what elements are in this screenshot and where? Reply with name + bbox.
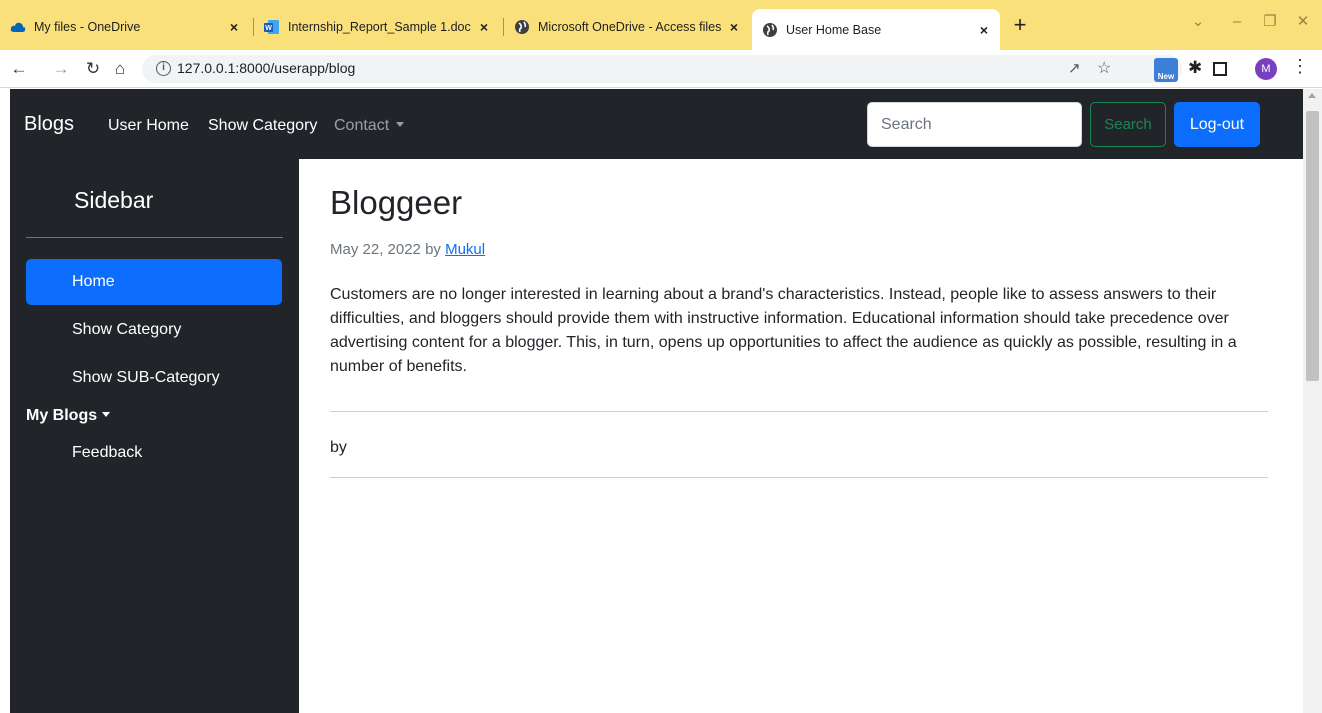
tab-close-icon[interactable]: × xyxy=(974,22,994,38)
tab-title: My files - OneDrive xyxy=(34,20,141,34)
tab-onedrive[interactable]: My files - OneDrive × xyxy=(0,9,250,45)
home-icon[interactable]: ⌂ xyxy=(109,58,131,80)
nav-dropdown-label: Contact xyxy=(334,117,390,134)
side-panel-icon[interactable] xyxy=(1213,62,1227,76)
tab-close-icon[interactable]: × xyxy=(724,19,744,35)
post-by: by xyxy=(425,241,441,258)
reload-icon[interactable]: ↻ xyxy=(82,58,104,80)
restore-icon[interactable]: ❐ xyxy=(1255,9,1285,35)
tab-title: Microsoft OneDrive - Access files xyxy=(538,20,722,34)
bookmark-star-icon[interactable]: ☆ xyxy=(1097,58,1111,78)
new-extension-icon[interactable]: New xyxy=(1154,58,1178,82)
post-date: May 22, 2022 xyxy=(330,241,421,258)
search-button[interactable]: Search xyxy=(1090,102,1166,147)
browser-toolbar: ← → ↻ ⌂ i 127.0.0.1:8000/userapp/blog ↗ … xyxy=(0,50,1322,88)
forward-arrow-icon[interactable]: → xyxy=(50,58,72,80)
tab-title: User Home Base xyxy=(786,22,882,37)
sidebar: Sidebar Home Show Category Show SUB-Cate… xyxy=(10,159,299,713)
extensions-puzzle-icon[interactable]: ✱ xyxy=(1188,58,1202,78)
profile-avatar[interactable]: M xyxy=(1255,58,1277,80)
share-icon[interactable]: ↗ xyxy=(1068,59,1081,77)
scroll-up-arrow-icon[interactable] xyxy=(1308,93,1316,98)
tab-word-doc[interactable]: W Internship_Report_Sample 1.doc × xyxy=(254,9,500,45)
post-author-link[interactable]: Mukul xyxy=(445,241,485,258)
close-window-icon[interactable]: ✕ xyxy=(1288,9,1318,35)
tab-close-icon[interactable]: × xyxy=(474,19,494,35)
second-post-by: by xyxy=(330,439,347,456)
page-viewport: Blogs User Home Show Category Contact Se… xyxy=(10,89,1303,713)
nav-link-show-category[interactable]: Show Category xyxy=(208,117,317,135)
logout-button[interactable]: Log-out xyxy=(1174,102,1260,147)
sidebar-item-show-category[interactable]: Show Category xyxy=(26,307,282,353)
top-navbar: Blogs User Home Show Category Contact Se… xyxy=(10,89,1303,159)
sidebar-divider xyxy=(26,237,283,238)
extension-label: New xyxy=(1157,72,1175,81)
nav-link-user-home[interactable]: User Home xyxy=(108,117,189,135)
sidebar-dropdown-my-blogs[interactable]: My Blogs xyxy=(26,407,111,425)
content-divider xyxy=(330,477,1268,478)
caret-down-icon xyxy=(102,412,111,417)
tab-search-chevron-icon[interactable]: ⌄ xyxy=(1183,9,1213,35)
back-arrow-icon[interactable]: ← xyxy=(8,58,30,80)
nav-dropdown-contact[interactable]: Contact xyxy=(334,117,405,135)
caret-down-icon xyxy=(396,122,405,127)
svg-text:W: W xyxy=(265,25,272,32)
globe-icon xyxy=(514,19,530,35)
sidebar-title: Sidebar xyxy=(74,187,154,213)
tab-strip: My files - OneDrive × W Internship_Repor… xyxy=(0,0,1322,50)
sidebar-item-show-sub-category[interactable]: Show SUB-Category xyxy=(26,355,282,401)
sidebar-item-home[interactable]: Home xyxy=(26,259,282,305)
post-meta: May 22, 2022 by Mukul xyxy=(330,241,485,258)
word-icon: W xyxy=(264,19,280,35)
new-tab-button[interactable]: + xyxy=(1006,12,1034,40)
search-input[interactable] xyxy=(867,102,1082,147)
tab-title: Internship_Report_Sample 1.doc xyxy=(288,20,471,34)
tab-onedrive-access[interactable]: Microsoft OneDrive - Access files × xyxy=(504,9,750,45)
sidebar-dropdown-label: My Blogs xyxy=(26,407,98,424)
sidebar-item-feedback[interactable]: Feedback xyxy=(26,430,282,476)
globe-icon xyxy=(762,22,778,38)
url-text[interactable]: 127.0.0.1:8000/userapp/blog xyxy=(177,60,355,76)
content-divider xyxy=(330,411,1268,412)
post-title: Bloggeer xyxy=(330,184,463,221)
scroll-thumb[interactable] xyxy=(1306,111,1319,381)
info-icon[interactable]: i xyxy=(156,61,171,76)
page-scrollbar[interactable] xyxy=(1303,89,1322,713)
address-bar[interactable]: i 127.0.0.1:8000/userapp/blog ↗ ☆ xyxy=(142,55,1182,83)
post-body: Customers are no longer interested in le… xyxy=(330,286,1237,375)
onedrive-icon xyxy=(10,19,26,35)
tab-close-icon[interactable]: × xyxy=(224,19,244,35)
minimize-icon[interactable]: – xyxy=(1222,9,1252,35)
menu-kebab-icon[interactable]: ⋮ xyxy=(1291,56,1309,77)
navbar-brand[interactable]: Blogs xyxy=(24,113,74,136)
tab-user-home-base[interactable]: User Home Base × xyxy=(752,9,1000,50)
